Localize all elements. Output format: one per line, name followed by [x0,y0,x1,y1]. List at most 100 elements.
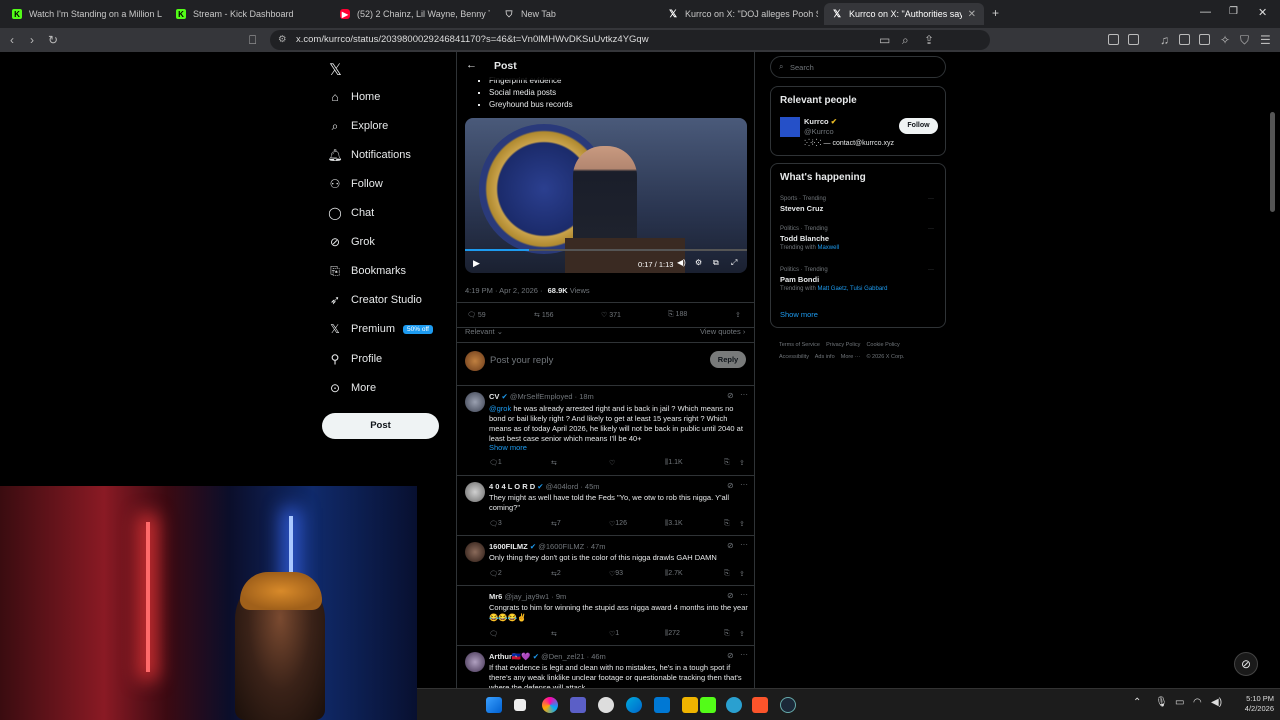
app-icon[interactable] [726,697,742,713]
more-icon[interactable]: ··· [740,480,748,489]
browser-tab[interactable]: ⛉ New Tab [496,3,654,25]
follow-button[interactable]: Follow [899,118,938,134]
reply-item[interactable]: 4 0 4 L O R D ✔ @404lord · 45m ⊘ ··· The… [457,475,754,535]
leo-ai-icon[interactable]: ✧ [1220,33,1230,47]
grok-icon[interactable]: ⊘ [727,481,734,490]
share-icon[interactable]: ⇪ [735,311,741,319]
windows-start-icon[interactable] [486,697,502,713]
reply-action[interactable]: 🗨︎ 59 [467,311,486,319]
store-icon[interactable] [654,697,670,713]
reload-icon[interactable]: ↻ [48,33,58,47]
zoom-icon[interactable]: ⌕ [902,33,909,48]
cast-icon[interactable]: ▭ [879,33,890,47]
extensions-icon[interactable] [1108,34,1119,45]
wallet-icon[interactable] [1199,34,1210,45]
close-tab-icon[interactable]: ✕ [962,9,976,20]
display-name[interactable]: Arthur🇭🇹💜 [489,652,531,661]
nav-home[interactable]: ⌂ Home [328,86,380,108]
tab-search-icon[interactable] [1128,34,1139,45]
settings-icon[interactable]: ⚙ [695,258,702,267]
display-name[interactable]: Mr6 [489,592,502,601]
fullscreen-icon[interactable]: ⤢ [731,258,737,268]
nav-notifications[interactable]: 🔔︎ Notifications [327,144,411,166]
nav-creator-studio[interactable]: ➶ Creator Studio [328,289,422,311]
reply-action[interactable]: 🗨︎ 2 [489,570,502,578]
music-icon[interactable]: ♫ [1160,33,1169,47]
minimize-icon[interactable]: — [1200,6,1211,18]
footer-link[interactable]: Terms of Service [779,342,820,348]
footer-link[interactable]: Cookie Policy [866,342,899,348]
more-icon[interactable]: ··· [928,196,934,202]
sidebar-icon[interactable] [1179,34,1190,45]
obs-icon[interactable] [598,697,614,713]
views-action[interactable]: ⫼ 272 [665,630,680,638]
show-more-link[interactable]: Show more [780,310,818,319]
views-action[interactable]: ⫼ 2.7K [665,570,683,578]
mention-link[interactable]: @grok [489,404,511,413]
nav-explore[interactable]: ⌕ Explore [328,115,389,137]
forward-icon[interactable]: › [30,33,34,47]
display-name[interactable]: 4 0 4 L O R D [489,482,535,491]
compose-post-button[interactable]: Post [322,413,439,439]
reply-item[interactable]: Mr6 @jay_jay9w1 · 9m ⊘ ··· Congrats to h… [457,585,754,645]
menu-icon[interactable]: ☰ [1260,33,1271,47]
share-icon[interactable]: ⇪ [739,459,745,467]
volume-icon[interactable]: ◀) [677,258,686,267]
teams-icon[interactable] [570,697,586,713]
nav-bookmarks[interactable]: ⎘ Bookmarks [328,260,406,282]
close-window-icon[interactable]: ✕ [1258,6,1267,19]
restore-icon[interactable]: ❐ [1229,6,1238,17]
views-action[interactable]: ⫼ 3.1K [665,520,683,528]
copilot-icon[interactable] [542,697,558,713]
reply-action[interactable]: 🗨︎ 3 [489,520,502,528]
browser-tab[interactable]: 𝕏 Kurrco on X: "DOJ alleges Pooh Shie [660,3,818,25]
share-icon[interactable]: ⇪ [739,630,745,638]
bookmark-icon[interactable]: ⎘ [724,570,730,578]
file-explorer-icon[interactable] [682,697,698,713]
bookmark-action[interactable]: ⎘ 188 [668,311,687,319]
person-name[interactable]: Kurrco ✔ [804,117,837,126]
nav-premium[interactable]: 𝕏 Premium 50% off [328,318,433,340]
reply-sort-dropdown[interactable]: Relevant ⌄ [465,327,503,336]
repost-action[interactable]: ⇆ [551,459,557,467]
like-action[interactable]: ♡ 1 [609,630,619,638]
vpn-icon[interactable]: ⛉ [1240,33,1249,48]
like-action[interactable]: ♡ 371 [601,311,621,319]
nav-more[interactable]: ⊙ More [328,377,376,399]
like-action[interactable]: ♡ 126 [609,520,627,528]
grok-floating-icon[interactable]: ⊘ [1234,652,1258,676]
trending-with-link[interactable]: Maxwell [817,245,839,251]
share-icon[interactable]: ⇪ [739,520,745,528]
bookmark-icon[interactable]: ⎘ [724,520,730,528]
share-icon[interactable]: ⇪ [739,570,745,578]
display-name[interactable]: 1600FILMZ [489,542,528,551]
trend-item[interactable]: Politics · Trending Todd Blanche Trendin… [780,226,940,251]
pip-icon[interactable]: ⧉ [713,258,719,268]
repost-action[interactable]: ⇆ 7 [551,520,561,528]
reply-input[interactable]: Post your reply [490,355,553,366]
reply-action[interactable]: 🗨︎ [489,630,498,638]
nav-grok[interactable]: ⊘ Grok [328,231,375,253]
footer-link[interactable]: More ··· [841,354,861,360]
share-icon[interactable]: ⇪ [924,33,934,47]
trending-with-link[interactable]: Matt Gaetz, Tulsi Gabbard [817,286,887,292]
footer-link[interactable]: Ads info [815,354,835,360]
repost-action[interactable]: ⇆ 2 [551,570,561,578]
more-icon[interactable]: ··· [740,390,748,399]
steam-icon[interactable] [780,697,796,713]
grok-icon[interactable]: ⊘ [727,591,734,600]
show-more-link[interactable]: Show more [489,443,527,452]
site-info-icon[interactable]: ⚙ [278,30,287,50]
trend-item[interactable]: Politics · Trending Pam Bondi Trending w… [780,267,940,292]
search-input[interactable]: ⌕ Search [770,56,946,78]
reply-action[interactable]: 🗨︎ 1 [489,459,502,467]
more-icon[interactable]: ··· [740,590,748,599]
reply-button[interactable]: Reply [710,351,746,368]
system-clock[interactable]: 5:10 PM 4/2/2026 [1234,694,1274,714]
more-icon[interactable]: ··· [740,540,748,549]
nav-follow[interactable]: ⚇ Follow [328,173,383,195]
back-arrow-icon[interactable]: ← [466,59,477,71]
bookmark-icon[interactable]: ⎘ [724,459,730,467]
grok-icon[interactable]: ⊘ [727,391,734,400]
browser-tab[interactable]: ▶ (52) 2 Chainz, Lil Wayne, Benny The B [332,3,490,25]
